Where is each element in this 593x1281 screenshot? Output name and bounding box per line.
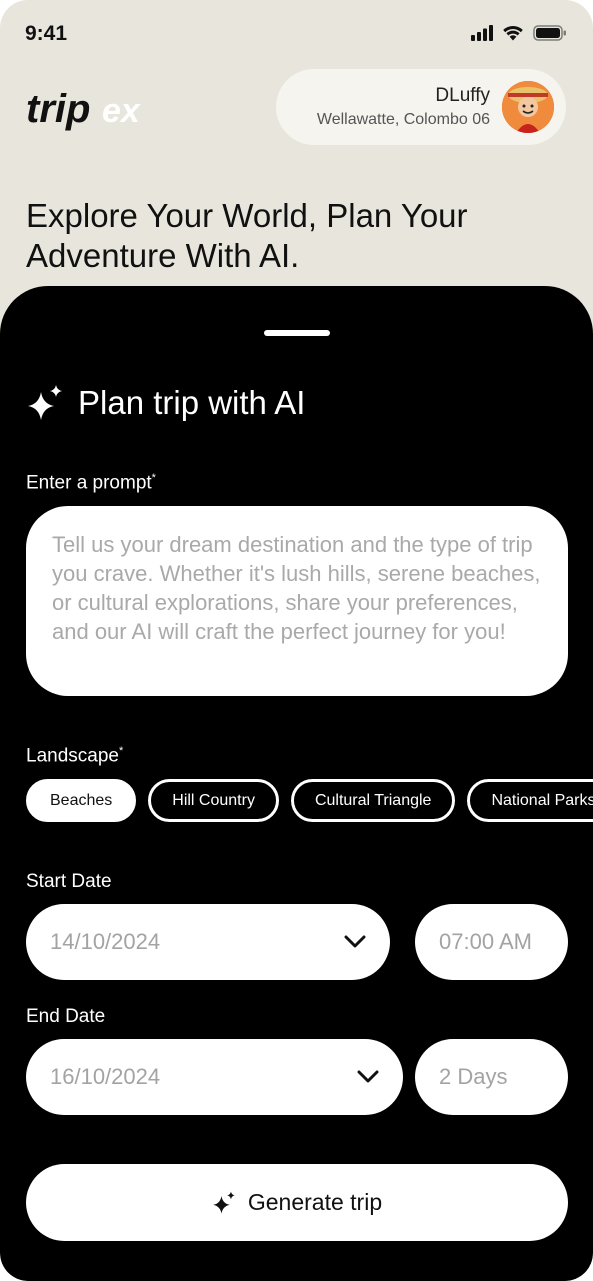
- sheet-grabber[interactable]: [264, 330, 330, 336]
- logo-text-ex: ex: [102, 92, 142, 130]
- logo-text-trip: trip: [26, 87, 90, 131]
- start-date-label: Start Date: [26, 871, 112, 892]
- page-headline: Explore Your World, Plan Your Adventure …: [26, 197, 468, 274]
- sparkles-icon: [28, 385, 62, 420]
- status-time: 9:41: [25, 22, 68, 45]
- chip-national-parks[interactable]: National Parks: [467, 779, 593, 822]
- landscape-label: Landscape*: [26, 745, 123, 767]
- battery-icon: [533, 24, 566, 41]
- avatar-image: [502, 81, 554, 133]
- required-marker: *: [118, 745, 124, 757]
- landscape-label-text: Landscape: [26, 745, 119, 767]
- plan-trip-sheet: Plan trip with AI Enter a prompt* Landsc…: [0, 286, 593, 1281]
- user-location: Wellawatte, Colombo 06: [316, 111, 490, 128]
- chip-cultural-triangle[interactable]: Cultural Triangle: [290, 779, 456, 822]
- status-icons: [471, 24, 567, 41]
- chip-hill-country[interactable]: Hill Country: [148, 779, 279, 822]
- start-date-value: 14/10/2024: [50, 929, 161, 954]
- prompt-input-container: [26, 506, 568, 696]
- duration-field[interactable]: 2 Days: [415, 1039, 568, 1115]
- sheet-title: Plan trip with AI: [78, 384, 306, 421]
- end-date-label: End Date: [26, 1006, 106, 1027]
- required-marker: *: [151, 472, 156, 484]
- sheet-header: Plan trip with AI: [26, 384, 305, 422]
- user-name: DLuffy: [435, 85, 490, 106]
- start-time-field[interactable]: 07:00 AM: [415, 904, 568, 980]
- phone-screen: 9:41 trip ex DLuffy Wellawatte, Colombo …: [0, 0, 593, 1281]
- wifi-icon: [503, 25, 523, 41]
- generate-trip-label: Generate trip: [247, 1189, 383, 1215]
- profile-card[interactable]: DLuffy Wellawatte, Colombo 06: [276, 69, 566, 145]
- duration-value: 2 Days: [439, 1064, 508, 1089]
- tripex-logo: trip ex: [26, 87, 142, 131]
- chip-beaches[interactable]: Beaches: [26, 779, 137, 822]
- chevron-down-icon: [357, 1070, 379, 1083]
- sparkles-icon: [213, 1191, 235, 1214]
- avatar[interactable]: [502, 81, 554, 133]
- landscape-chips: Beaches Hill Country Cultural Triangle N…: [26, 779, 593, 822]
- cellular-signal-icon: [471, 24, 493, 41]
- prompt-input[interactable]: [52, 530, 542, 672]
- prompt-label: Enter a prompt*: [26, 472, 156, 494]
- generate-trip-button[interactable]: Generate trip: [26, 1164, 568, 1241]
- chevron-down-icon: [344, 935, 366, 948]
- prompt-label-text: Enter a prompt: [26, 472, 152, 494]
- end-date-value: 16/10/2024: [50, 1064, 161, 1089]
- start-time-value: 07:00 AM: [439, 929, 532, 954]
- start-date-select[interactable]: 14/10/2024: [26, 904, 390, 980]
- end-date-select[interactable]: 16/10/2024: [26, 1039, 403, 1115]
